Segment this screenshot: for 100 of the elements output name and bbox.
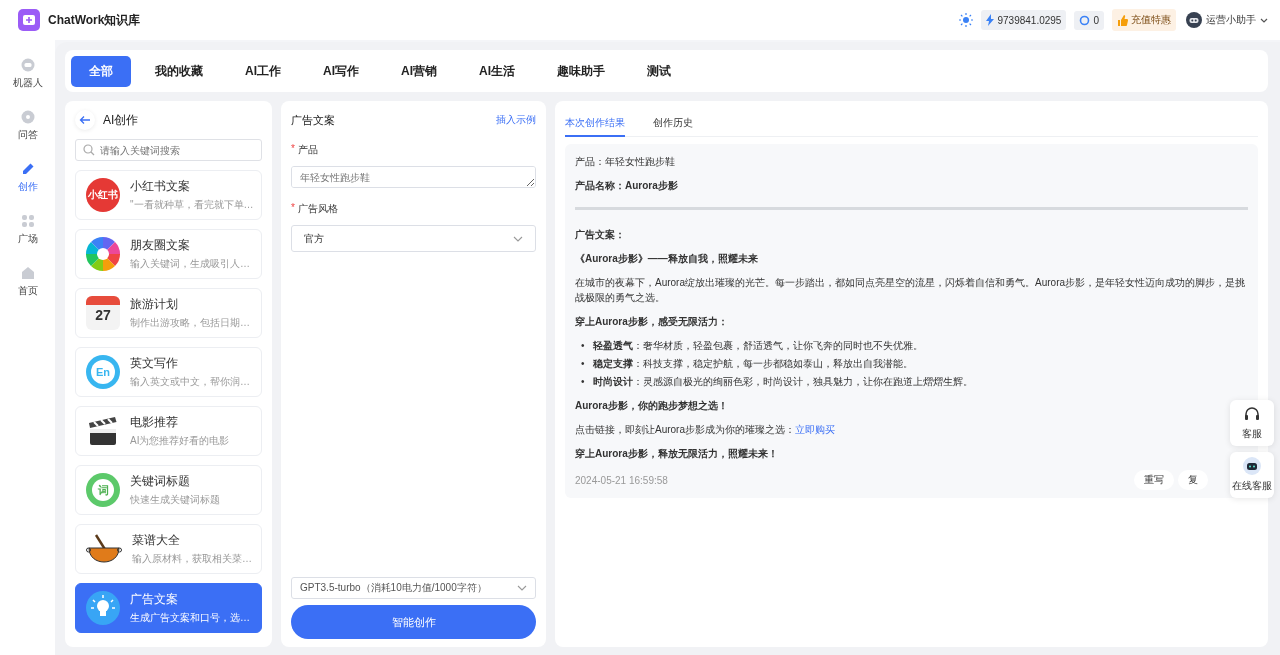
thumb-icon <box>1117 14 1128 26</box>
support-button[interactable]: 客服 <box>1230 400 1274 446</box>
category-tab[interactable]: 测试 <box>629 55 689 87</box>
result-text: 产品：年轻女性跑步鞋 <box>575 155 676 169</box>
arrow-left-icon <box>79 115 91 125</box>
category-tab[interactable]: 全部 <box>71 55 131 87</box>
result-text: 在城市的夜幕下，Aurora绽放出璀璨的光芒。每一步踏出，都如同点亮星空的流星，闪烁着自信和勇气。Aurora步影，是年轻女性迈向成功的脚步，是挑战极限的勇气之选。 <box>575 276 1247 305</box>
result-heading: 《Aurora步影》——释放自我，照耀未来 <box>575 252 759 266</box>
home-icon <box>20 266 35 280</box>
app-description: 输入关键词，生成吸引人… <box>130 257 250 271</box>
count-badge[interactable]: 0 <box>1074 10 1104 30</box>
ring-icon <box>1079 14 1091 26</box>
promo-button[interactable]: 充值特惠 <box>1112 9 1176 31</box>
app-logo-icon: 词 <box>86 473 120 507</box>
search-field[interactable]: 请输入关键词搜索 <box>75 139 262 161</box>
category-tab[interactable]: 趣味助手 <box>539 55 623 87</box>
result-tab[interactable]: 本次创作结果 <box>565 108 625 137</box>
app-description: 制作出游攻略，包括日期… <box>130 316 250 330</box>
result-tab[interactable]: 创作历史 <box>653 108 693 137</box>
action-button[interactable]: 重写 <box>1134 470 1174 490</box>
app-name: 旅游计划 <box>130 296 179 313</box>
nav-item[interactable]: 问答 <box>17 110 38 142</box>
app-name: 广告文案 <box>130 591 179 608</box>
app-description: 输入英文或中文，帮你润… <box>130 375 250 389</box>
robot-icon <box>1243 457 1261 475</box>
logo-icon <box>18 9 40 31</box>
lightning-icon <box>986 14 995 26</box>
bullet-item: 轻盈透气：奢华材质，轻盈包裹，舒适透气，让你飞奔的同时也不失优雅。 <box>592 339 923 353</box>
app-card[interactable]: 词 关键词标题 快速生成关键词标题 <box>75 465 262 515</box>
app-card[interactable]: 朋友圈文案 输入关键词，生成吸引人… <box>75 229 262 279</box>
balance-badge[interactable]: 9739841.0295 <box>981 10 1067 30</box>
category-tab[interactable]: AI写作 <box>305 55 377 87</box>
nav-item[interactable]: 广场 <box>17 214 38 246</box>
action-button[interactable]: 复 <box>1178 470 1208 490</box>
style-select[interactable]: 官方 <box>291 225 536 252</box>
sun-icon[interactable] <box>959 13 974 27</box>
pencil-icon <box>20 162 35 176</box>
chevron-down-icon <box>517 585 527 591</box>
app-logo-icon: 小红书 <box>86 178 120 212</box>
input-field[interactable]: 年轻女性跑步鞋 <box>291 166 536 188</box>
field-label: 产品 <box>297 143 318 157</box>
chevron-down-icon <box>513 235 523 242</box>
bullet-item: 稳定支撑：科技支撑，稳定护航，每一步都稳如泰山，释放出自我潜能。 <box>592 357 913 371</box>
app-name: 小红书文案 <box>130 178 191 195</box>
caret-icon <box>1260 17 1268 23</box>
app-description: 快速生成关键词标题 <box>130 493 220 507</box>
headset-icon <box>1243 405 1261 423</box>
panel-title: AI创作 <box>103 111 139 129</box>
buy-link[interactable]: 立即购买 <box>795 422 835 437</box>
bullet-mark: • <box>581 357 585 371</box>
app-description: 生成广告文案和口号，选… <box>130 611 250 625</box>
timestamp: 2024-05-21 16:59:58 <box>575 473 668 488</box>
result-heading: 产品名称：Aurora步影 <box>575 179 679 193</box>
nav-item[interactable]: 创作 <box>17 162 38 194</box>
app-card[interactable]: 菜谱大全 输入原材料，获取相关菜… <box>75 524 262 574</box>
robot-icon <box>20 58 35 72</box>
app-card[interactable]: 广告文案 生成广告文案和口号，选… <box>75 583 262 633</box>
category-tab[interactable]: AI生活 <box>461 55 533 87</box>
nav-item[interactable]: 首页 <box>17 266 38 298</box>
model-select[interactable]: GPT3.5-turbo（消耗10电力值/1000字符） <box>291 577 536 599</box>
bullet-mark: • <box>581 339 585 353</box>
calendar-icon: 27 <box>86 296 120 330</box>
cooking-pot-icon <box>86 532 122 566</box>
app-card[interactable]: 27 旅游计划 制作出游攻略，包括日期… <box>75 288 262 338</box>
user-menu[interactable]: 运营小助手 <box>1186 12 1268 28</box>
app-name: 关键词标题 <box>130 473 191 490</box>
app-description: AI为您推荐好看的电影 <box>130 434 230 448</box>
support-button[interactable]: 在线客服 <box>1230 452 1274 498</box>
category-tab[interactable]: 我的收藏 <box>137 55 221 87</box>
app-name: 朋友圈文案 <box>130 237 191 254</box>
back-button[interactable] <box>75 110 95 130</box>
bullet-item: 时尚设计：灵感源自极光的绚丽色彩，时尚设计，独具魅力，让你在跑道上熠熠生辉。 <box>592 375 973 389</box>
app-logo-icon: En <box>86 355 120 389</box>
field-label: 广告风格 <box>297 202 338 216</box>
app-name: 菜谱大全 <box>132 532 181 549</box>
insert-example-link[interactable]: 插入示例 <box>496 113 536 127</box>
chat-icon <box>20 110 35 124</box>
app-card[interactable]: En 英文写作 输入英文或中文，帮你润… <box>75 347 262 397</box>
grid-icon <box>20 214 35 228</box>
required-mark: * <box>291 143 295 156</box>
search-icon <box>83 144 95 156</box>
result-heading: 广告文案： <box>575 228 626 242</box>
avatar-icon <box>1186 12 1202 28</box>
result-text: 点击链接，即刻让Aurora步影成为你的璀璨之选： <box>575 423 795 437</box>
app-name: 英文写作 <box>130 355 179 372</box>
result-heading: Aurora步影，你的跑步梦想之选！ <box>575 399 729 413</box>
app-description: 输入原材料，获取相关菜… <box>132 552 251 566</box>
app-title: ChatWork知识库 <box>48 11 141 29</box>
aperture-icon <box>86 237 120 271</box>
category-tab[interactable]: AI工作 <box>227 55 299 87</box>
form-title: 广告文案 <box>291 112 335 128</box>
app-card[interactable]: 电影推荐 AI为您推荐好看的电影 <box>75 406 262 456</box>
create-button[interactable]: 智能创作 <box>291 605 536 639</box>
result-heading: 穿上Aurora步影，释放无限活力，照耀未来！ <box>575 447 779 461</box>
bullet-mark: • <box>581 375 585 389</box>
result-heading: 穿上Aurora步影，感受无限活力： <box>575 315 729 329</box>
required-mark: * <box>291 202 295 215</box>
app-name: 电影推荐 <box>130 414 179 431</box>
category-tab[interactable]: AI营销 <box>383 55 455 87</box>
nav-item[interactable]: 机器人 <box>12 58 43 90</box>
